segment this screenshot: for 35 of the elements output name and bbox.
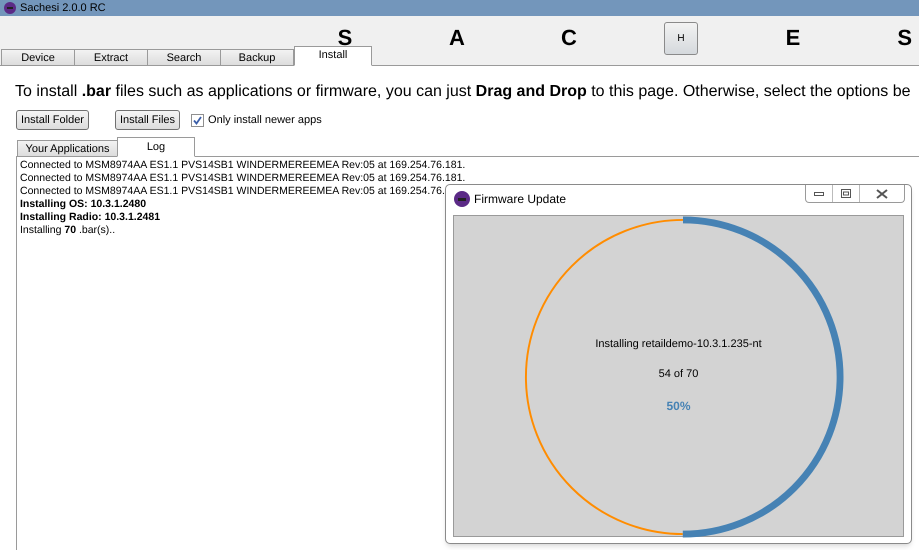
progress-count: 54 of 70 (658, 367, 698, 382)
tab[interactable]: Device (1, 49, 75, 66)
log-line: Connected to MSM8974AA ES1.1 PVS14SB1 WINDERMEREEMEA Rev:05 at 169.254.76.181. (20, 159, 466, 172)
app-icon (454, 191, 470, 207)
log-line: Installing Radio: 10.3.1.2481 (20, 211, 160, 224)
checkmark-icon (193, 116, 202, 124)
instruction-text: To install .bar files such as applications or firmware, you can just Drag and Drop to this page. Otherwise, select the options be (15, 82, 912, 102)
header-button[interactable]: H (664, 22, 698, 55)
header-letter: S (897, 26, 912, 48)
tab[interactable]: Search (147, 49, 221, 66)
tab[interactable]: Backup (220, 49, 294, 66)
header-letter: S (338, 26, 352, 48)
header-letter: E (786, 26, 800, 48)
app-icon (4, 2, 16, 14)
status-text: Installing retaildemo-10.3.1.235-nt (595, 336, 762, 352)
log-line: Connected to MSM8974AA ES1.1 PVS14SB1 WINDERMEREEMEA Rev:05 at 169.254.76. (20, 185, 445, 198)
checkbox-label: Only install newer apps (208, 112, 322, 128)
header-letter: C (561, 26, 577, 48)
log-line: Installing 70 .bar(s).. (20, 224, 116, 237)
checkbox[interactable] (191, 114, 204, 126)
log-line: Connected to MSM8974AA ES1.1 PVS14SB1 WINDERMEREEMEA Rev:05 at 169.254.76.181. (20, 172, 466, 185)
tab[interactable]: Extract (74, 49, 148, 66)
tab[interactable]: Install (294, 46, 372, 66)
header-letter: A (449, 26, 465, 48)
minimize-icon (814, 192, 824, 196)
tab[interactable]: Your Applications (17, 140, 118, 157)
tab[interactable]: Log (117, 137, 195, 157)
window-title: Sachesi 2.0.0 RC (20, 2, 106, 14)
dialog-title: Firmware Update (474, 191, 566, 208)
close-icon (876, 188, 888, 198)
install-button[interactable]: Install Files (114, 110, 180, 130)
log-line: Installing OS: 10.3.1.2480 (20, 198, 146, 211)
install-button[interactable]: Install Folder (16, 110, 89, 130)
maximize-icon (841, 189, 851, 198)
progress-percent: 50% (666, 398, 691, 414)
